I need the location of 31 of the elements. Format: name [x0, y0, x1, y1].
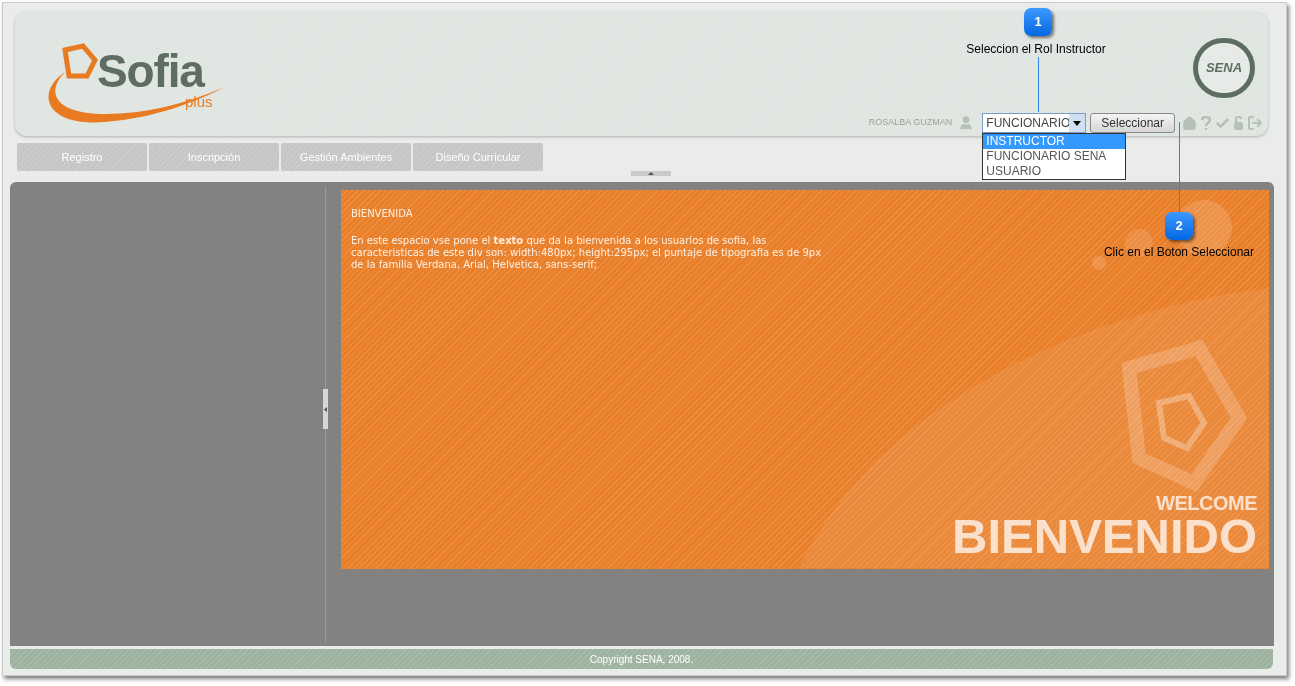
nav-tab[interactable]: Registro — [17, 143, 147, 171]
sena-logo: SENA — [1193, 38, 1255, 98]
step-caption: Seleccion el Rol Instructor — [966, 41, 1106, 58]
bienvenido-heading: BIENVENIDO — [952, 513, 1257, 559]
nav-tab[interactable]: Gestión Ambientes — [281, 143, 411, 171]
sidebar-toggle-handle[interactable] — [323, 389, 328, 429]
dropdown-caret-icon[interactable] — [1069, 114, 1086, 132]
logo-suffix: plus — [185, 94, 213, 109]
copyright-text: Copyright SENA, 2008. — [589, 652, 694, 667]
help-icon[interactable] — [1201, 116, 1211, 130]
lock-icon[interactable] — [1234, 116, 1243, 130]
welcome-title: BIENVENIDA — [351, 207, 414, 221]
nav-tab[interactable]: Diseño Curricular — [413, 143, 543, 171]
welcome-heading: WELCOME — [1156, 493, 1257, 513]
dropdown-option[interactable]: INSTRUCTOR — [983, 134, 1126, 149]
dropdown-option[interactable]: FUNCIONARIO SENA — [983, 149, 1126, 164]
step-caption: Clic en el Boton Seleccionar — [1103, 244, 1255, 261]
select-button[interactable]: Seleccionar — [1090, 113, 1175, 133]
step-marker: 1 — [1024, 8, 1052, 36]
role-select[interactable]: FUNCIONARIO — [982, 113, 1087, 133]
step-marker: 2 — [1165, 212, 1193, 240]
logo-text: Sofia — [97, 48, 204, 94]
leader-line — [1038, 57, 1039, 112]
user-name: ROSALBA GUZMAN — [868, 116, 953, 130]
home-icon[interactable] — [1182, 115, 1197, 131]
collapse-handle[interactable] — [631, 171, 671, 176]
dropdown-option[interactable]: USUARIO — [983, 164, 1126, 179]
logout-icon[interactable] — [1247, 115, 1263, 131]
check-icon[interactable] — [1215, 115, 1230, 131]
nav-tab[interactable]: Inscripción — [149, 143, 279, 171]
welcome-paragraph: En este espacio vse pone el texto que da la bienvenida a los usuarios de sofia, las caracteristicas de este div son: width:480px; height:295px; el puntaje de tipografia es de 9px de la familia Verdana, Arial, Helvetica, sans-serif; — [351, 235, 823, 271]
